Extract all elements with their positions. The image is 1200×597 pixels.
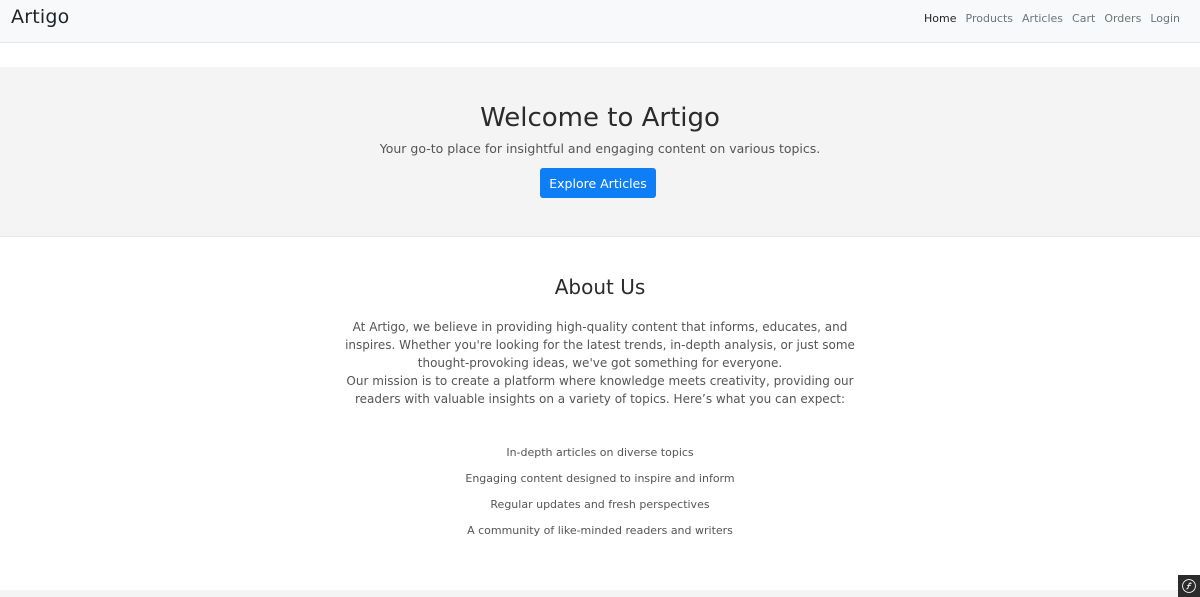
footer-strip — [0, 590, 1200, 597]
feature-item: Engaging content designed to inspire and… — [465, 472, 735, 485]
navbar: Artigo Home Products Articles Cart Order… — [0, 0, 1200, 43]
symfony-icon — [1182, 579, 1196, 593]
brand-logo[interactable]: Artigo — [11, 6, 69, 28]
about-title: About Us — [554, 275, 646, 299]
nav-links: Home Products Articles Cart Orders Login — [924, 12, 1180, 25]
nav-link-products[interactable]: Products — [966, 12, 1014, 25]
explore-articles-button[interactable]: Explore Articles — [540, 168, 656, 198]
nav-link-cart[interactable]: Cart — [1072, 12, 1095, 25]
feature-list: In-depth articles on diverse topics Enga… — [0, 445, 1200, 549]
about-paragraph-1: At Artigo, we believe in providing high-… — [345, 320, 855, 371]
hero-section: Welcome to Artigo Your go-to place for i… — [0, 67, 1200, 237]
hero-subtitle: Your go-to place for insightful and enga… — [379, 141, 821, 156]
symfony-toolbar-toggle[interactable] — [1178, 575, 1200, 597]
nav-link-home[interactable]: Home — [924, 12, 956, 25]
hero-title: Welcome to Artigo — [480, 103, 720, 133]
nav-link-login[interactable]: Login — [1150, 12, 1180, 25]
about-paragraph-2: Our mission is to create a platform wher… — [346, 374, 854, 407]
nav-link-articles[interactable]: Articles — [1022, 12, 1063, 25]
nav-link-orders[interactable]: Orders — [1104, 12, 1141, 25]
feature-item: In-depth articles on diverse topics — [506, 446, 694, 459]
about-section: About Us At Artigo, we believe in provid… — [0, 238, 1200, 590]
feature-item: A community of like-minded readers and w… — [467, 524, 733, 537]
feature-item: Regular updates and fresh perspectives — [490, 498, 710, 511]
